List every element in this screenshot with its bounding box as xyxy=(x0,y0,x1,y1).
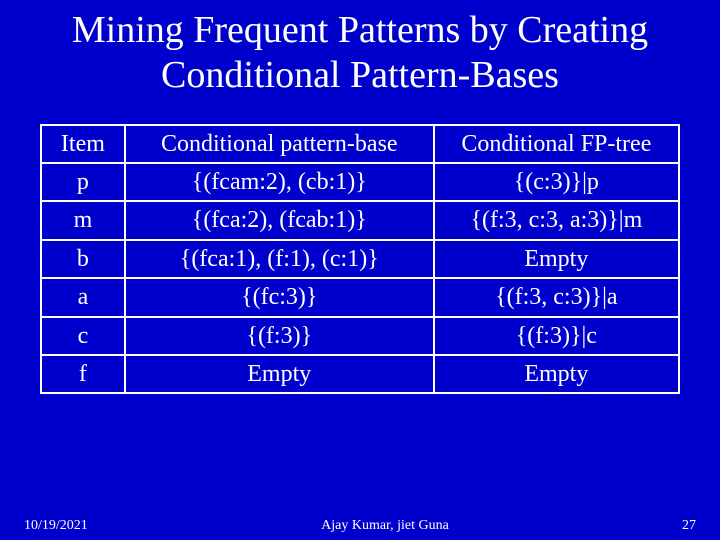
cell-item: c xyxy=(41,317,125,355)
cell-base: {(fca:2), (fcab:1)} xyxy=(125,201,434,239)
table-row: m {(fca:2), (fcab:1)} {(f:3, c:3, a:3)}|… xyxy=(41,201,679,239)
header-item: Item xyxy=(41,125,125,163)
cell-tree: {(f:3, c:3)}|a xyxy=(434,278,679,316)
cell-item: m xyxy=(41,201,125,239)
cell-tree: {(f:3)}|c xyxy=(434,317,679,355)
header-base: Conditional pattern-base xyxy=(125,125,434,163)
cell-base: {(f:3)} xyxy=(125,317,434,355)
cell-item: f xyxy=(41,355,125,393)
cell-tree: Empty xyxy=(434,355,679,393)
cell-item: b xyxy=(41,240,125,278)
cell-base: Empty xyxy=(125,355,434,393)
table-header-row: Item Conditional pattern-base Conditiona… xyxy=(41,125,679,163)
table-row: f Empty Empty xyxy=(41,355,679,393)
cell-item: a xyxy=(41,278,125,316)
table-row: a {(fc:3)} {(f:3, c:3)}|a xyxy=(41,278,679,316)
cell-item: p xyxy=(41,163,125,201)
footer-page: 27 xyxy=(656,518,696,534)
cell-base: {(fcam:2), (cb:1)} xyxy=(125,163,434,201)
header-tree: Conditional FP-tree xyxy=(434,125,679,163)
slide: Mining Frequent Patterns by Creating Con… xyxy=(0,0,720,540)
pattern-base-table: Item Conditional pattern-base Conditiona… xyxy=(40,124,680,395)
cell-tree: {(f:3, c:3, a:3)}|m xyxy=(434,201,679,239)
footer-date: 10/19/2021 xyxy=(24,518,114,534)
table-row: p {(fcam:2), (cb:1)} {(c:3)}|p xyxy=(41,163,679,201)
cell-base: {(fca:1), (f:1), (c:1)} xyxy=(125,240,434,278)
slide-title: Mining Frequent Patterns by Creating Con… xyxy=(40,8,680,98)
slide-footer: 10/19/2021 Ajay Kumar, jiet Guna 27 xyxy=(0,518,720,534)
cell-tree: Empty xyxy=(434,240,679,278)
cell-tree: {(c:3)}|p xyxy=(434,163,679,201)
footer-author: Ajay Kumar, jiet Guna xyxy=(114,518,656,534)
table-row: b {(fca:1), (f:1), (c:1)} Empty xyxy=(41,240,679,278)
cell-base: {(fc:3)} xyxy=(125,278,434,316)
table-row: c {(f:3)} {(f:3)}|c xyxy=(41,317,679,355)
